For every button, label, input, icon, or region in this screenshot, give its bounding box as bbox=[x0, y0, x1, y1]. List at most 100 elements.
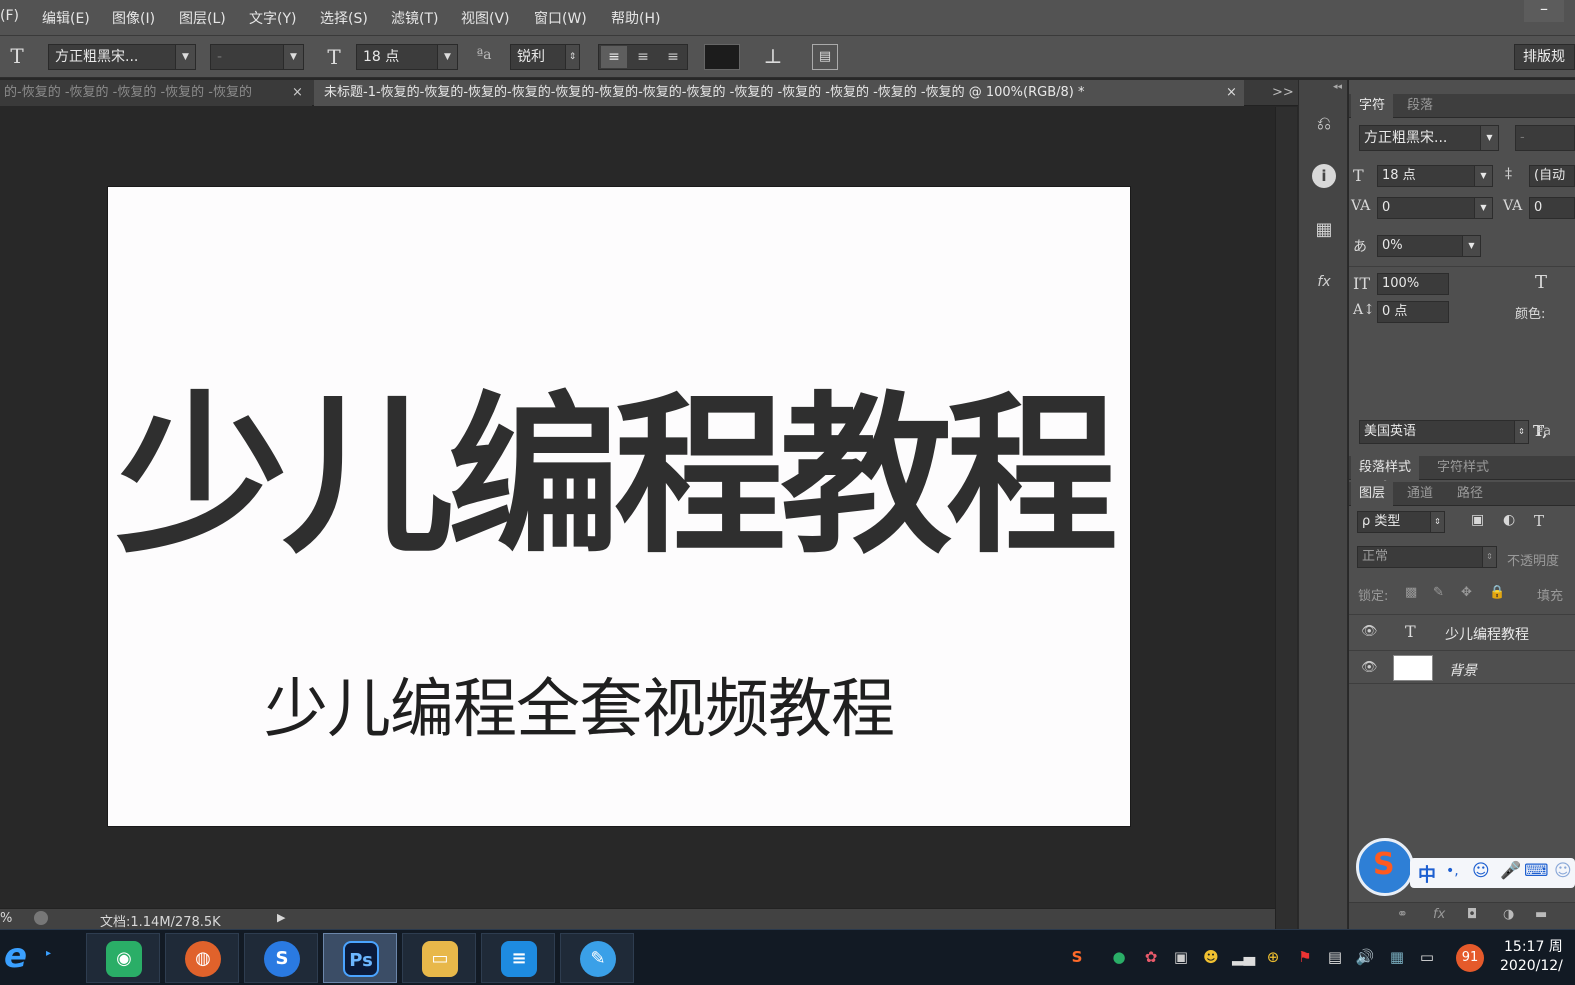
font-style-select[interactable]: - ▼ bbox=[210, 44, 304, 70]
menu-filter[interactable]: 滤镜(T) bbox=[391, 8, 438, 28]
emoji-icon[interactable]: ☺ bbox=[1472, 861, 1490, 881]
tab-layers[interactable]: 图层 bbox=[1351, 482, 1394, 506]
tab-paths[interactable]: 路径 bbox=[1449, 482, 1491, 506]
visibility-eye-icon[interactable]: 👁 bbox=[1361, 660, 1378, 675]
panel-font-style-select[interactable]: - bbox=[1515, 125, 1575, 151]
panel-font-family-select[interactable]: 方正粗黑宋... ▼ bbox=[1359, 125, 1499, 151]
taskbar-browser[interactable]: ◍ bbox=[165, 933, 239, 983]
add-mask-icon[interactable]: ◘ bbox=[1467, 907, 1477, 922]
tab-channels[interactable]: 通道 bbox=[1399, 482, 1441, 506]
ime-mode[interactable]: 中 bbox=[1418, 861, 1436, 887]
taskbar-files[interactable]: ≡ bbox=[481, 933, 555, 983]
canvas-headline[interactable]: 少儿编程教程 bbox=[116, 382, 1126, 572]
collapse-icon[interactable]: ◂◂ bbox=[1333, 82, 1342, 92]
sogou-tray-icon[interactable]: S bbox=[1066, 946, 1088, 968]
ie-arrow-icon[interactable]: ▸ bbox=[46, 948, 51, 959]
keyboard-icon[interactable]: ⌨ bbox=[1524, 861, 1549, 881]
menu-window[interactable]: 窗口(W) bbox=[534, 8, 587, 28]
menu-layer[interactable]: 图层(L) bbox=[179, 8, 226, 28]
tab-character[interactable]: 字符 bbox=[1351, 94, 1394, 118]
notification-badge[interactable]: 91 bbox=[1456, 944, 1484, 972]
tab-paragraph-styles[interactable]: 段落样式 bbox=[1351, 456, 1420, 480]
taskbar-sogou[interactable]: S bbox=[244, 933, 318, 983]
clock-date[interactable]: 2020/12/ bbox=[1500, 958, 1563, 974]
tracking-field[interactable]: 0 bbox=[1529, 197, 1575, 219]
history-icon[interactable]: ⎌ bbox=[1312, 112, 1336, 136]
flag-tray-icon[interactable]: ⚑ bbox=[1294, 946, 1316, 968]
align-center-icon[interactable]: ≡ bbox=[630, 46, 656, 68]
align-left-icon[interactable]: ≡ bbox=[601, 46, 627, 68]
lock-transparent-icon[interactable]: ▩ bbox=[1405, 585, 1417, 600]
wechat-tray-icon[interactable]: ● bbox=[1108, 946, 1130, 968]
menu-help[interactable]: 帮助(H) bbox=[611, 8, 660, 28]
adjustment-layer-icon[interactable]: ◑ bbox=[1503, 907, 1514, 922]
document-canvas[interactable]: 少儿编程教程 少儿编程全套视频教程 bbox=[108, 187, 1130, 826]
visibility-eye-icon[interactable]: 👁 bbox=[1361, 624, 1378, 639]
taskbar-editor[interactable]: ✎ bbox=[560, 933, 634, 983]
taskbar-wechat[interactable]: ◉ bbox=[86, 933, 160, 983]
filter-type-icon[interactable]: T bbox=[1534, 512, 1544, 530]
font-family-select[interactable]: 方正粗黑宋... ▼ bbox=[48, 44, 196, 70]
ime-punct[interactable]: •, bbox=[1446, 863, 1459, 879]
tab-document-2[interactable]: 未标题-1-恢复的-恢复的-恢复的-恢复的-恢复的-恢复的-恢复的-恢复的 -恢… bbox=[314, 80, 1244, 106]
taskbar-explorer[interactable]: ▭ bbox=[402, 933, 476, 983]
blend-mode-select[interactable]: 正常 ⇕ bbox=[1357, 546, 1497, 568]
ie-icon[interactable]: e bbox=[4, 936, 27, 976]
capture-tray-icon[interactable]: ▣ bbox=[1170, 946, 1192, 968]
styles-fx-icon[interactable]: fx bbox=[1312, 270, 1336, 294]
close-icon[interactable]: × bbox=[292, 80, 303, 106]
volume-tray-icon[interactable]: 🔊 bbox=[1354, 946, 1376, 968]
layer-row-text[interactable]: 👁 T 少儿编程教程 bbox=[1349, 614, 1575, 648]
menu-view[interactable]: 视图(V) bbox=[461, 8, 510, 28]
zoom-readout[interactable]: % bbox=[0, 911, 12, 926]
close-icon[interactable]: × bbox=[1226, 80, 1237, 106]
vertical-scale-field[interactable]: 100% bbox=[1377, 273, 1449, 295]
language-select[interactable]: 美国英语 ⇕ bbox=[1359, 420, 1529, 444]
lock-all-icon[interactable]: 🔒 bbox=[1489, 585, 1505, 600]
filter-adjustment-icon[interactable]: ◐ bbox=[1503, 512, 1515, 528]
sogou-logo-circle[interactable]: S bbox=[1356, 838, 1414, 896]
warp-text-icon[interactable]: ⊥ bbox=[760, 44, 786, 68]
align-right-icon[interactable]: ≡ bbox=[660, 46, 686, 68]
user-icon[interactable]: ☺ bbox=[1554, 861, 1572, 881]
baseline-shift-field[interactable]: 0 点 bbox=[1377, 301, 1449, 323]
layer-filter-select[interactable]: ρ 类型 ⇕ bbox=[1357, 511, 1445, 533]
lock-position-icon[interactable]: ✥ bbox=[1461, 585, 1472, 600]
menu-image[interactable]: 图像(I) bbox=[112, 8, 155, 28]
tsume-field[interactable]: 0% ▼ bbox=[1377, 235, 1481, 257]
layer-name[interactable]: 少儿编程教程 bbox=[1445, 624, 1529, 644]
menu-select[interactable]: 选择(S) bbox=[320, 8, 368, 28]
filter-pixel-icon[interactable]: ▣ bbox=[1471, 512, 1484, 528]
qq-tray-icon[interactable]: ☻ bbox=[1200, 946, 1222, 968]
taskbar-photoshop[interactable]: Ps bbox=[323, 933, 397, 983]
panel-font-size-field[interactable]: 18 点 ▼ bbox=[1377, 165, 1493, 187]
play-arrow-icon[interactable]: ▶ bbox=[277, 911, 285, 924]
tabs-overflow-icon[interactable]: >> bbox=[1272, 80, 1294, 106]
clock-time[interactable]: 15:17 周 bbox=[1504, 936, 1563, 956]
signal-tray-icon[interactable]: ▂▄ bbox=[1232, 946, 1255, 968]
microphone-icon[interactable]: 🎤 bbox=[1500, 861, 1521, 881]
share-icon[interactable] bbox=[34, 911, 48, 925]
canvas-subline[interactable]: 少儿编程全套视频教程 bbox=[264, 675, 895, 745]
tab-character-styles[interactable]: 字符样式 bbox=[1429, 456, 1497, 480]
layer-row-background[interactable]: 👁 背景 bbox=[1349, 650, 1575, 684]
vertical-scrollbar[interactable] bbox=[1275, 107, 1297, 929]
network-tray-icon[interactable]: ▭ bbox=[1416, 946, 1438, 968]
font-size-select[interactable]: 18 点 ▼ bbox=[356, 44, 458, 70]
display-tray-icon[interactable]: ▦ bbox=[1386, 946, 1408, 968]
menu-edit[interactable]: 编辑(E) bbox=[42, 8, 90, 28]
flower-tray-icon[interactable]: ✿ bbox=[1140, 946, 1162, 968]
layer-name[interactable]: 背景 bbox=[1449, 660, 1477, 680]
panels-toggle-icon[interactable]: ▤ bbox=[812, 44, 838, 70]
info-icon[interactable]: i bbox=[1312, 164, 1336, 188]
workspace-button[interactable]: 排版规 bbox=[1514, 44, 1575, 70]
fx-icon[interactable]: fx bbox=[1433, 907, 1445, 922]
tab-paragraph[interactable]: 段落 bbox=[1399, 94, 1441, 118]
minimize-button[interactable]: – bbox=[1524, 0, 1564, 22]
menu-file[interactable]: (F) bbox=[0, 8, 19, 24]
type-tool-icon[interactable]: T bbox=[6, 44, 28, 68]
antialias-select[interactable]: 锐利 ⇕ bbox=[510, 44, 580, 70]
lock-pixels-icon[interactable]: ✎ bbox=[1433, 585, 1444, 600]
text-color-swatch[interactable] bbox=[704, 44, 740, 70]
new-group-icon[interactable]: ▬ bbox=[1535, 907, 1547, 922]
